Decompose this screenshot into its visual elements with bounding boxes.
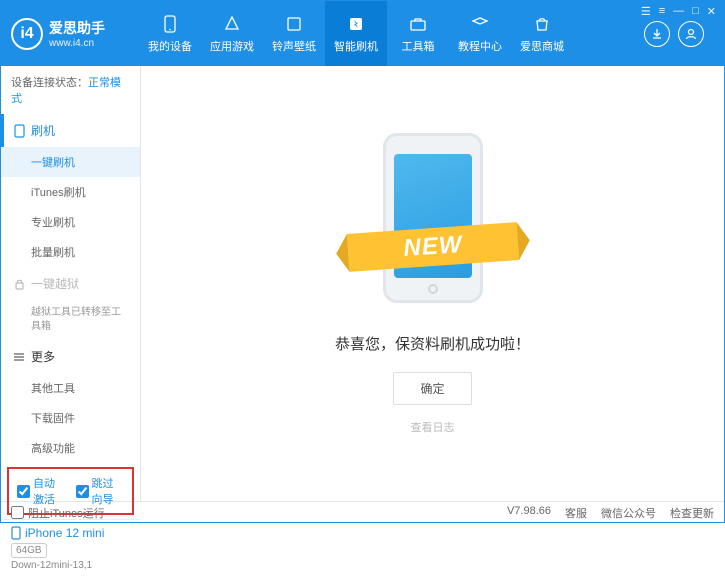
store-icon	[532, 14, 552, 34]
nav-apps[interactable]: 应用游戏	[201, 1, 263, 66]
storage-badge: 64GB	[11, 543, 47, 558]
nav-tutorials[interactable]: 教程中心	[449, 1, 511, 66]
sidebar: 设备连接状态：正常模式 刷机 一键刷机 iTunes刷机 专业刷机 批量刷机 一…	[1, 66, 141, 501]
list-icon[interactable]: ≡	[659, 5, 665, 18]
toolbox-icon	[408, 14, 428, 34]
phone-illustration: NEW	[373, 133, 493, 313]
logo-area: i4 爱思助手 www.i4.cn	[11, 18, 139, 50]
nav-ringtones[interactable]: 铃声壁纸	[263, 1, 325, 66]
nav-my-device[interactable]: 我的设备	[139, 1, 201, 66]
auto-activate-checkbox[interactable]: 自动激活	[17, 475, 66, 507]
more-icon	[13, 351, 25, 363]
jailbreak-note: 越狱工具已转移至工具箱	[1, 300, 140, 340]
device-name: iPhone 12 mini	[11, 526, 130, 540]
sidebar-item-other[interactable]: 其他工具	[1, 373, 140, 403]
new-ribbon: NEW	[346, 222, 518, 272]
download-button[interactable]	[644, 21, 670, 47]
device-info[interactable]: iPhone 12 mini 64GB Down-12mini-13,1	[1, 519, 140, 577]
service-link[interactable]: 客服	[565, 505, 587, 521]
sidebar-item-advanced[interactable]: 高级功能	[1, 433, 140, 463]
lock-icon	[13, 278, 25, 290]
phone-icon	[13, 125, 25, 137]
window-controls: ☰ ≡ — □ ✕	[641, 5, 716, 18]
wallpaper-icon	[284, 14, 304, 34]
connection-status: 设备连接状态：正常模式	[1, 66, 140, 114]
nav-toolbox[interactable]: 工具箱	[387, 1, 449, 66]
version-label: V7.98.66	[507, 505, 551, 521]
app-title: 爱思助手	[49, 18, 105, 38]
device-icon	[160, 14, 180, 34]
section-more[interactable]: 更多	[1, 340, 140, 373]
logo-icon: i4	[11, 18, 43, 50]
skip-guide-checkbox[interactable]: 跳过向导	[76, 475, 125, 507]
minimize-button[interactable]: —	[673, 5, 684, 18]
main-content: NEW 恭喜您，保资料刷机成功啦！ 确定 查看日志	[141, 66, 724, 501]
wechat-link[interactable]: 微信公众号	[601, 505, 656, 521]
view-log-link[interactable]: 查看日志	[411, 419, 455, 435]
close-button[interactable]: ✕	[707, 5, 716, 18]
block-itunes-checkbox[interactable]: 阻止iTunes运行	[11, 505, 105, 521]
device-model: Down-12mini-13,1	[11, 560, 130, 571]
success-message: 恭喜您，保资料刷机成功啦！	[335, 333, 530, 354]
sidebar-item-firmware[interactable]: 下载固件	[1, 403, 140, 433]
user-button[interactable]	[678, 21, 704, 47]
device-icon	[11, 526, 21, 540]
tutorial-icon	[470, 14, 490, 34]
check-update-link[interactable]: 检查更新	[670, 505, 714, 521]
sidebar-item-pro[interactable]: 专业刷机	[1, 207, 140, 237]
flash-icon	[346, 14, 366, 34]
main-nav: 我的设备 应用游戏 铃声壁纸 智能刷机 工具箱 教程中心 爱思商城	[139, 1, 644, 66]
menu-icon[interactable]: ☰	[641, 5, 651, 18]
app-header: i4 爱思助手 www.i4.cn 我的设备 应用游戏 铃声壁纸 智能刷机 工具…	[1, 1, 724, 66]
sidebar-item-oneclick[interactable]: 一键刷机	[1, 147, 140, 177]
maximize-button[interactable]: □	[692, 5, 699, 18]
sidebar-item-itunes[interactable]: iTunes刷机	[1, 177, 140, 207]
section-jailbreak[interactable]: 一键越狱	[1, 267, 140, 300]
section-flash[interactable]: 刷机	[1, 114, 140, 147]
ok-button[interactable]: 确定	[393, 372, 471, 405]
app-url: www.i4.cn	[49, 38, 105, 49]
apps-icon	[222, 14, 242, 34]
sidebar-item-batch[interactable]: 批量刷机	[1, 237, 140, 267]
nav-flash[interactable]: 智能刷机	[325, 1, 387, 66]
nav-store[interactable]: 爱思商城	[511, 1, 573, 66]
